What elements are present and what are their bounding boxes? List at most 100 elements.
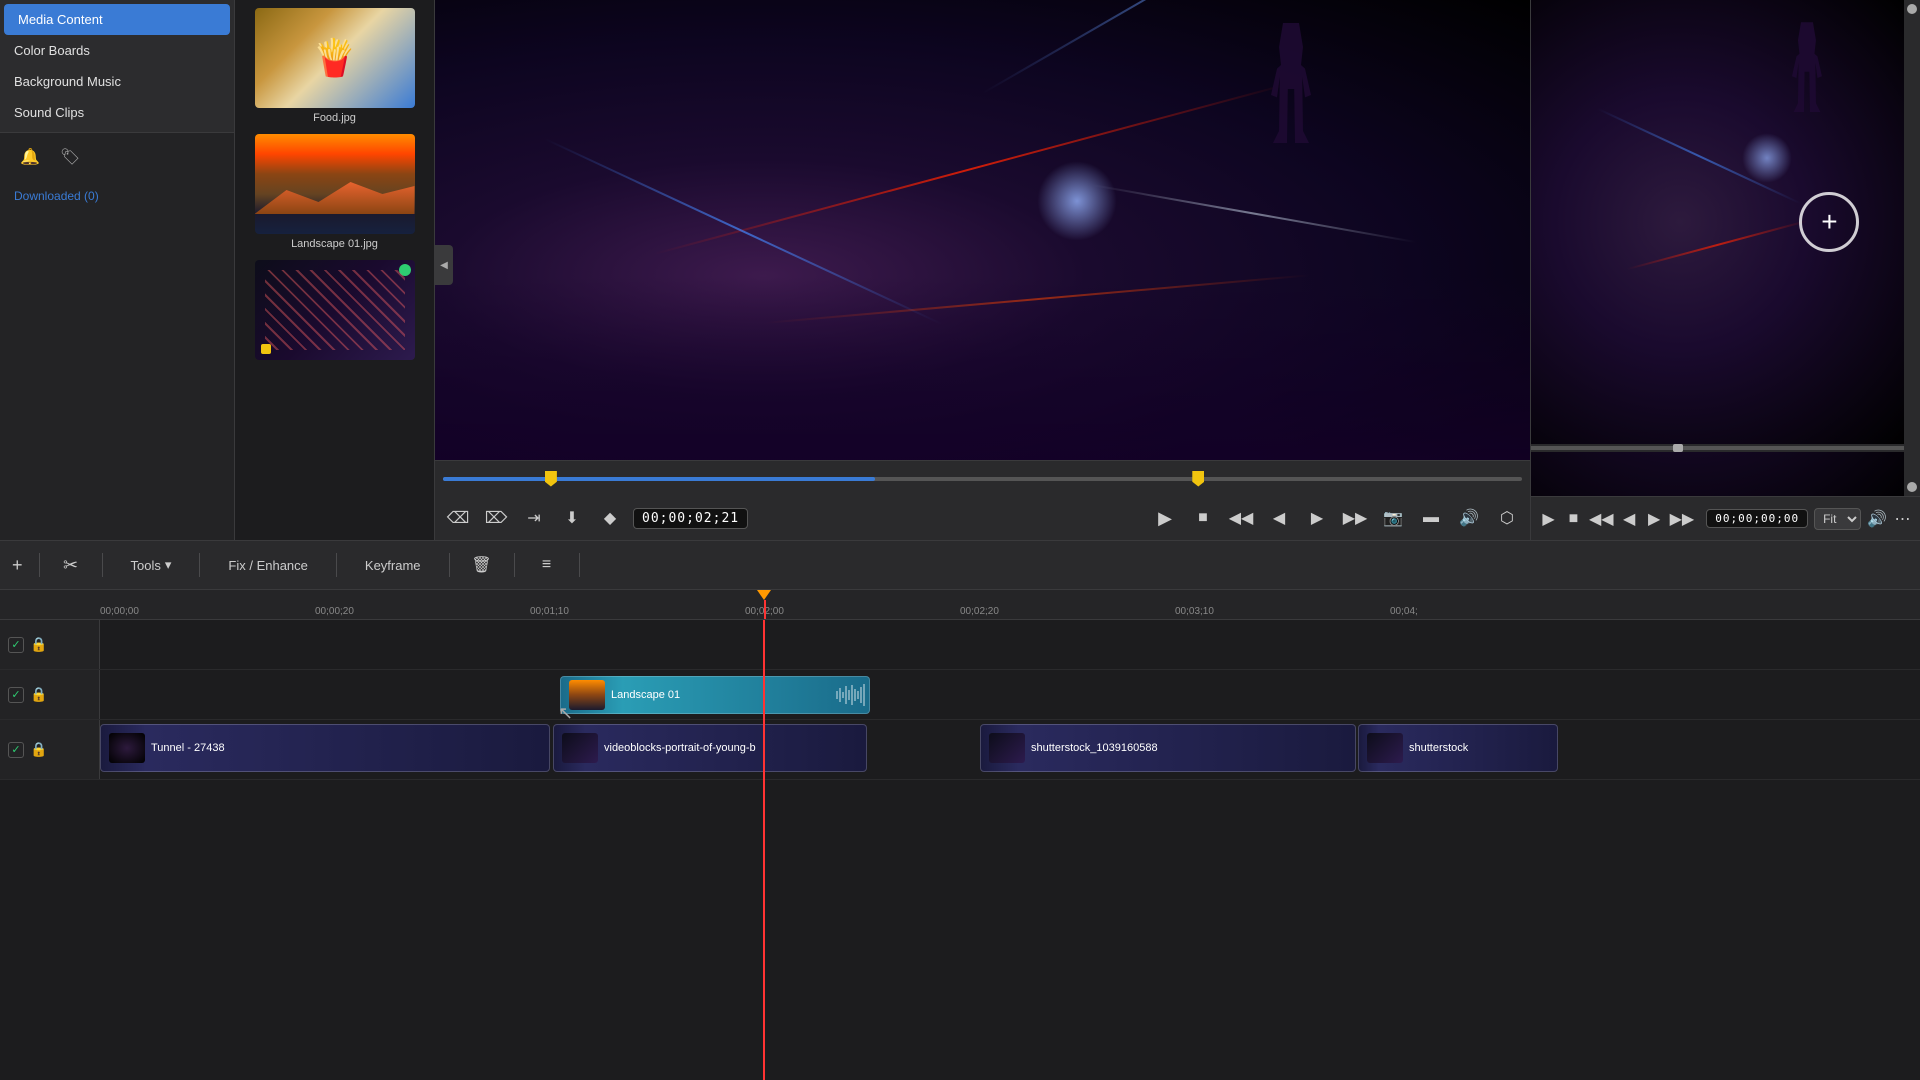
bookmark-icon[interactable]: 🔔 [14, 141, 46, 173]
playhead-marker[interactable] [757, 590, 771, 600]
fast-forward-button[interactable]: ▶▶ [1340, 503, 1370, 533]
second-preview-controls: ▶ ■ ◀◀ ◀ ▶ ▶▶ 00;00;00;00 Fit Fill 1:1 🔊… [1531, 496, 1920, 540]
play-button[interactable]: ▶ [1150, 503, 1180, 533]
second-video-content: + [1531, 0, 1904, 444]
clip-shutterstock2-thumb [1367, 733, 1403, 763]
horizontal-slider [1531, 444, 1904, 452]
add-media-button[interactable]: + [1799, 192, 1859, 252]
track-2-controls: ✓ 🔒 [0, 670, 100, 719]
glow-orb [1037, 161, 1117, 241]
downloaded-label[interactable]: Downloaded (0) [0, 181, 234, 211]
sp-rewind-button[interactable]: ◀◀ [1589, 504, 1614, 534]
clip-portrait-thumb [562, 733, 598, 763]
ruler-mark-5: 00;03;10 [1175, 606, 1214, 617]
clip-landscape-thumb [569, 680, 605, 710]
toolbar-divider-5 [449, 553, 450, 577]
laser-red-1 [654, 83, 1289, 255]
sidebar-item-background-music[interactable]: Background Music [0, 66, 234, 97]
sp-prev-frame-button[interactable]: ◀ [1620, 504, 1639, 534]
snapshot-button[interactable]: 📷 [1378, 503, 1408, 533]
scrubber-handle-left[interactable] [545, 471, 557, 487]
h-slider-track[interactable] [1531, 446, 1904, 450]
h-slider-thumb[interactable] [1673, 444, 1683, 452]
sp-stop-button[interactable]: ■ [1564, 504, 1583, 534]
overwrite-button[interactable]: ⬇ [557, 503, 587, 533]
next-frame-button[interactable]: ▶ [1302, 503, 1332, 533]
v-slider-thumb-top[interactable] [1907, 4, 1917, 14]
ruler-mark-1: 00;00;20 [315, 606, 354, 617]
sp-volume-button[interactable]: 🔊 [1867, 504, 1887, 534]
fix-enhance-button[interactable]: Fix / Enhance [216, 553, 320, 578]
trim-end-button[interactable]: ⌦ [481, 503, 511, 533]
volume-button[interactable]: 🔊 [1454, 503, 1484, 533]
track-3-checkbox[interactable]: ✓ [8, 742, 24, 758]
track-2-checkbox[interactable]: ✓ [8, 687, 24, 703]
clip-landscape-01[interactable]: Landscape 01 [560, 676, 870, 714]
stop-button[interactable]: ■ [1188, 503, 1218, 533]
sp-fast-forward-button[interactable]: ▶▶ [1670, 504, 1695, 534]
scissors-button[interactable]: ✂ [56, 550, 86, 580]
clip-tunnel-27438[interactable]: Tunnel - 27438 [100, 724, 550, 772]
sp-more-button[interactable]: ⋯ [1893, 504, 1912, 534]
scrubber-fill [443, 477, 875, 481]
downloaded-badge [399, 264, 411, 276]
track-3: ✓ 🔒 Tunnel - 27438 videoblocks-portrait-… [0, 720, 1920, 780]
trim-start-button[interactable]: ⌫ [443, 503, 473, 533]
clip-portrait[interactable]: videoblocks-portrait-of-young-b [553, 724, 867, 772]
laser-blue-2 [982, 0, 1410, 94]
waveform-bar [857, 691, 859, 699]
fit-select[interactable]: Fit Fill 1:1 [1814, 508, 1861, 530]
track-1-area[interactable] [100, 620, 1920, 669]
subtitles-button[interactable]: ▬ [1416, 503, 1446, 533]
clip-shutterstock-1[interactable]: shutterstock_1039160588 [980, 724, 1356, 772]
v-slider-thumb-bottom[interactable] [1907, 482, 1917, 492]
sidebar-item-color-boards[interactable]: Color Boards [0, 35, 234, 66]
ruler-mark-2: 00;01;10 [530, 606, 569, 617]
scrubber-track[interactable] [443, 477, 1522, 481]
clip-portrait-label: videoblocks-portrait-of-young-b [604, 742, 756, 754]
media-item-video[interactable] [243, 260, 426, 364]
list-button[interactable]: ≡ [531, 549, 563, 581]
collapse-sidebar-button[interactable]: ◀ [435, 245, 453, 285]
toolbar-divider-6 [514, 553, 515, 577]
ruler-mark-4: 00;02;20 [960, 606, 999, 617]
keyframe-button[interactable]: Keyframe [353, 553, 433, 578]
waveform-bar [848, 690, 850, 700]
sidebar-menu: Media Content Color Boards Background Mu… [0, 0, 234, 132]
scrubber-handle-right[interactable] [1192, 471, 1204, 487]
prev-frame-button[interactable]: ◀ [1264, 503, 1294, 533]
waveform-bar [836, 691, 838, 699]
clip-shutterstock-2[interactable]: shutterstock [1358, 724, 1558, 772]
playhead-ruler-line [764, 600, 766, 620]
timecode-display: 00;00;02;21 [633, 508, 748, 529]
media-label-food: Food.jpg [313, 112, 356, 124]
ruler-mark-6: 00;04; [1390, 606, 1418, 617]
export-button[interactable]: ⬡ [1492, 503, 1522, 533]
tools-button[interactable]: Tools ▾ [119, 552, 184, 578]
toolbar-divider-3 [199, 553, 200, 577]
clip-tunnel-label: Tunnel - 27438 [151, 742, 225, 754]
delete-button[interactable]: 🗑 [466, 549, 498, 581]
tag-icon[interactable]: 🏷 [54, 141, 86, 173]
track-1-controls: ✓ 🔒 [0, 620, 100, 669]
sidebar-item-media-content[interactable]: Media Content [4, 4, 230, 35]
track-2-lock[interactable]: 🔒 [30, 686, 47, 703]
media-grid: Food.jpg Landscape 01.jpg [235, 0, 435, 540]
track-1-checkbox[interactable]: ✓ [8, 637, 24, 653]
insert-button[interactable]: ⇥ [519, 503, 549, 533]
sp-next-frame-button[interactable]: ▶ [1645, 504, 1664, 534]
waveform-bar [839, 688, 841, 702]
rewind-button[interactable]: ◀◀ [1226, 503, 1256, 533]
track-3-lock[interactable]: 🔒 [30, 741, 47, 758]
sp-play-button[interactable]: ▶ [1539, 504, 1558, 534]
media-item-food[interactable]: Food.jpg [243, 8, 426, 124]
clip-badge [261, 344, 271, 354]
sidebar-item-sound-clips[interactable]: Sound Clips [0, 97, 234, 128]
track-3-area[interactable]: Tunnel - 27438 videoblocks-portrait-of-y… [100, 720, 1920, 779]
track-2-area[interactable]: Landscape 01 [100, 670, 1920, 719]
track-1-lock[interactable]: 🔒 [30, 636, 47, 653]
marker-button[interactable]: ◆ [595, 503, 625, 533]
floor-reflection [435, 276, 1530, 460]
add-track-button[interactable]: + [12, 555, 23, 576]
media-item-landscape[interactable]: Landscape 01.jpg [243, 134, 426, 250]
